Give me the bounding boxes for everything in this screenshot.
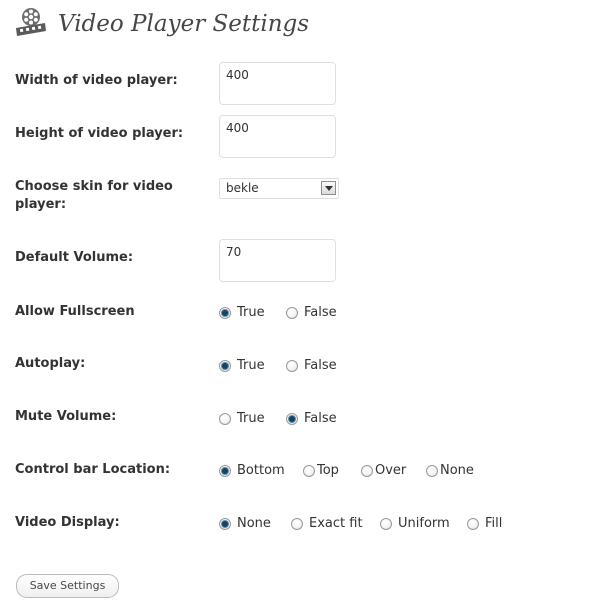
volume-input[interactable]: 70	[219, 239, 336, 282]
fullscreen-option-label: True	[237, 305, 265, 320]
autoplay-radio-true[interactable]	[219, 360, 231, 372]
mute-radio-false[interactable]	[286, 413, 298, 425]
save-settings-button[interactable]: Save Settings	[16, 574, 119, 598]
controlbar-radio-top[interactable]	[303, 465, 315, 477]
mute-option-label: True	[237, 411, 265, 426]
display-option-label: Exact fit	[309, 516, 363, 531]
display-radio-uniform[interactable]	[380, 518, 392, 530]
skin-label: Choose skin for video player:	[15, 179, 173, 212]
fullscreen-label: Allow Fullscreen	[15, 304, 135, 319]
autoplay-label: Autoplay:	[15, 356, 86, 371]
height-label: Height of video player:	[15, 126, 184, 141]
controlbar-option-label: Over	[375, 463, 407, 478]
mute-radio-true[interactable]	[219, 413, 231, 425]
skin-select[interactable]: bekle	[219, 178, 339, 199]
mute-label: Mute Volume:	[15, 409, 117, 424]
mute-option-label: False	[304, 411, 337, 426]
controlbar-radio-none[interactable]	[426, 465, 438, 477]
display-radio-fill[interactable]	[467, 518, 479, 530]
display-option-label: Fill	[485, 516, 503, 531]
display-option-label: None	[237, 516, 271, 531]
display-radio-exact-fit[interactable]	[291, 518, 303, 530]
controlbar-option-label: Top	[317, 463, 339, 478]
width-label: Width of video player:	[15, 73, 178, 88]
controlbar-option-label: Bottom	[237, 463, 285, 478]
display-radio-none[interactable]	[219, 518, 231, 530]
height-input[interactable]: 400	[219, 115, 336, 158]
volume-label: Default Volume:	[15, 250, 134, 265]
autoplay-option-label: False	[304, 358, 337, 373]
page-title: Video Player Settings	[58, 11, 310, 37]
controlbar-radio-over[interactable]	[361, 465, 373, 477]
display-option-label: Uniform	[398, 516, 450, 531]
display-label: Video Display:	[15, 515, 120, 530]
fullscreen-option-label: False	[304, 305, 337, 320]
fullscreen-radio-false[interactable]	[286, 307, 298, 319]
autoplay-option-label: True	[237, 358, 265, 373]
autoplay-radio-false[interactable]	[286, 360, 298, 372]
controlbar-option-label: None	[440, 463, 474, 478]
controlbar-radio-bottom[interactable]	[219, 465, 231, 477]
width-input[interactable]: 400	[219, 62, 336, 105]
chevron-down-icon[interactable]	[321, 181, 336, 195]
controlbar-label: Control bar Location:	[15, 462, 171, 477]
film-reel-icon	[16, 8, 46, 36]
skin-select-value: bekle	[226, 181, 259, 195]
fullscreen-radio-true[interactable]	[219, 307, 231, 319]
